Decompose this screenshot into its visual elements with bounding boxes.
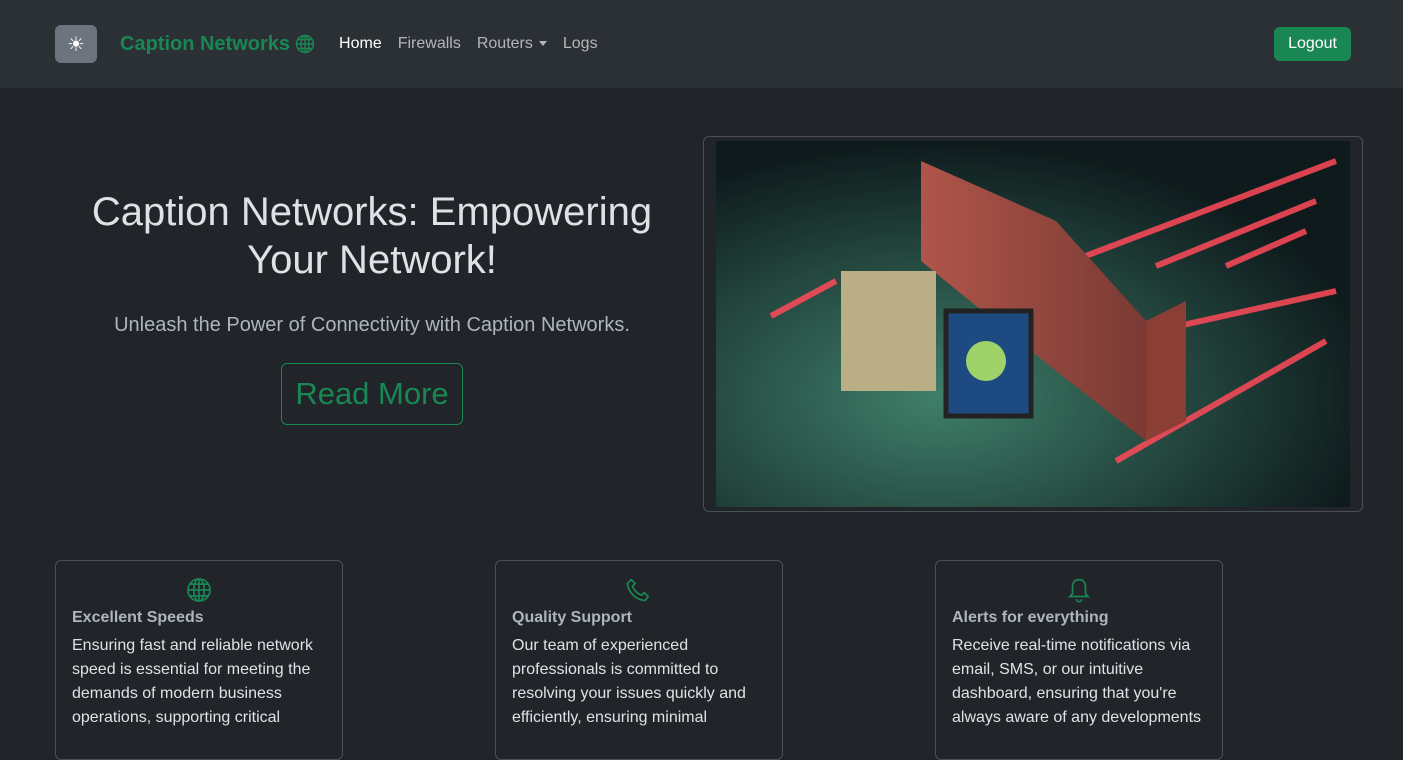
brand-name: Caption Networks <box>120 32 291 55</box>
feature-title: Alerts for everything <box>952 609 1109 626</box>
globe-icon <box>295 34 315 54</box>
hero-subtitle: Unleash the Power of Connectivity with C… <box>114 314 630 336</box>
navbar: ☀ Caption Networks Home Firewalls Router… <box>0 0 1403 88</box>
routers-label: Routers <box>476 35 533 52</box>
bell-icon <box>1067 578 1091 603</box>
sun-icon: ☀ <box>67 33 85 56</box>
feature-title: Excellent Speeds <box>72 609 204 626</box>
globe-icon <box>187 578 211 602</box>
feature-text: Our team of experienced professionals is… <box>512 637 746 726</box>
hero-title: Caption Networks: Empowering Your Networ… <box>91 190 653 282</box>
nav-home[interactable]: Home <box>339 35 382 53</box>
telephone-icon <box>626 578 650 602</box>
feature-card: Alerts for everything Receive real-time … <box>935 560 1223 760</box>
feature-title: Quality Support <box>512 609 632 626</box>
hero-image <box>703 136 1363 512</box>
read-more-button[interactable]: Read More <box>281 363 463 425</box>
brand-link[interactable]: Caption Networks <box>120 33 315 56</box>
nav-logs[interactable]: Logs <box>563 35 598 53</box>
nav-firewalls[interactable]: Firewalls <box>398 35 461 53</box>
theme-toggle-button[interactable]: ☀ <box>55 25 97 63</box>
hero: Caption Networks: Empowering Your Networ… <box>0 88 1403 560</box>
feature-text: Receive real-time notifications via emai… <box>952 637 1202 726</box>
firewall-illustration <box>716 141 1350 507</box>
logout-button[interactable]: Logout <box>1274 27 1351 61</box>
nav-routers-dropdown[interactable]: Routers <box>477 35 547 53</box>
feature-text: Ensuring fast and reliable network speed… <box>72 637 314 726</box>
caret-down-icon <box>538 41 547 47</box>
feature-card: Excellent Speeds Ensuring fast and relia… <box>55 560 343 760</box>
feature-card: Quality Support Our team of experienced … <box>495 560 783 760</box>
